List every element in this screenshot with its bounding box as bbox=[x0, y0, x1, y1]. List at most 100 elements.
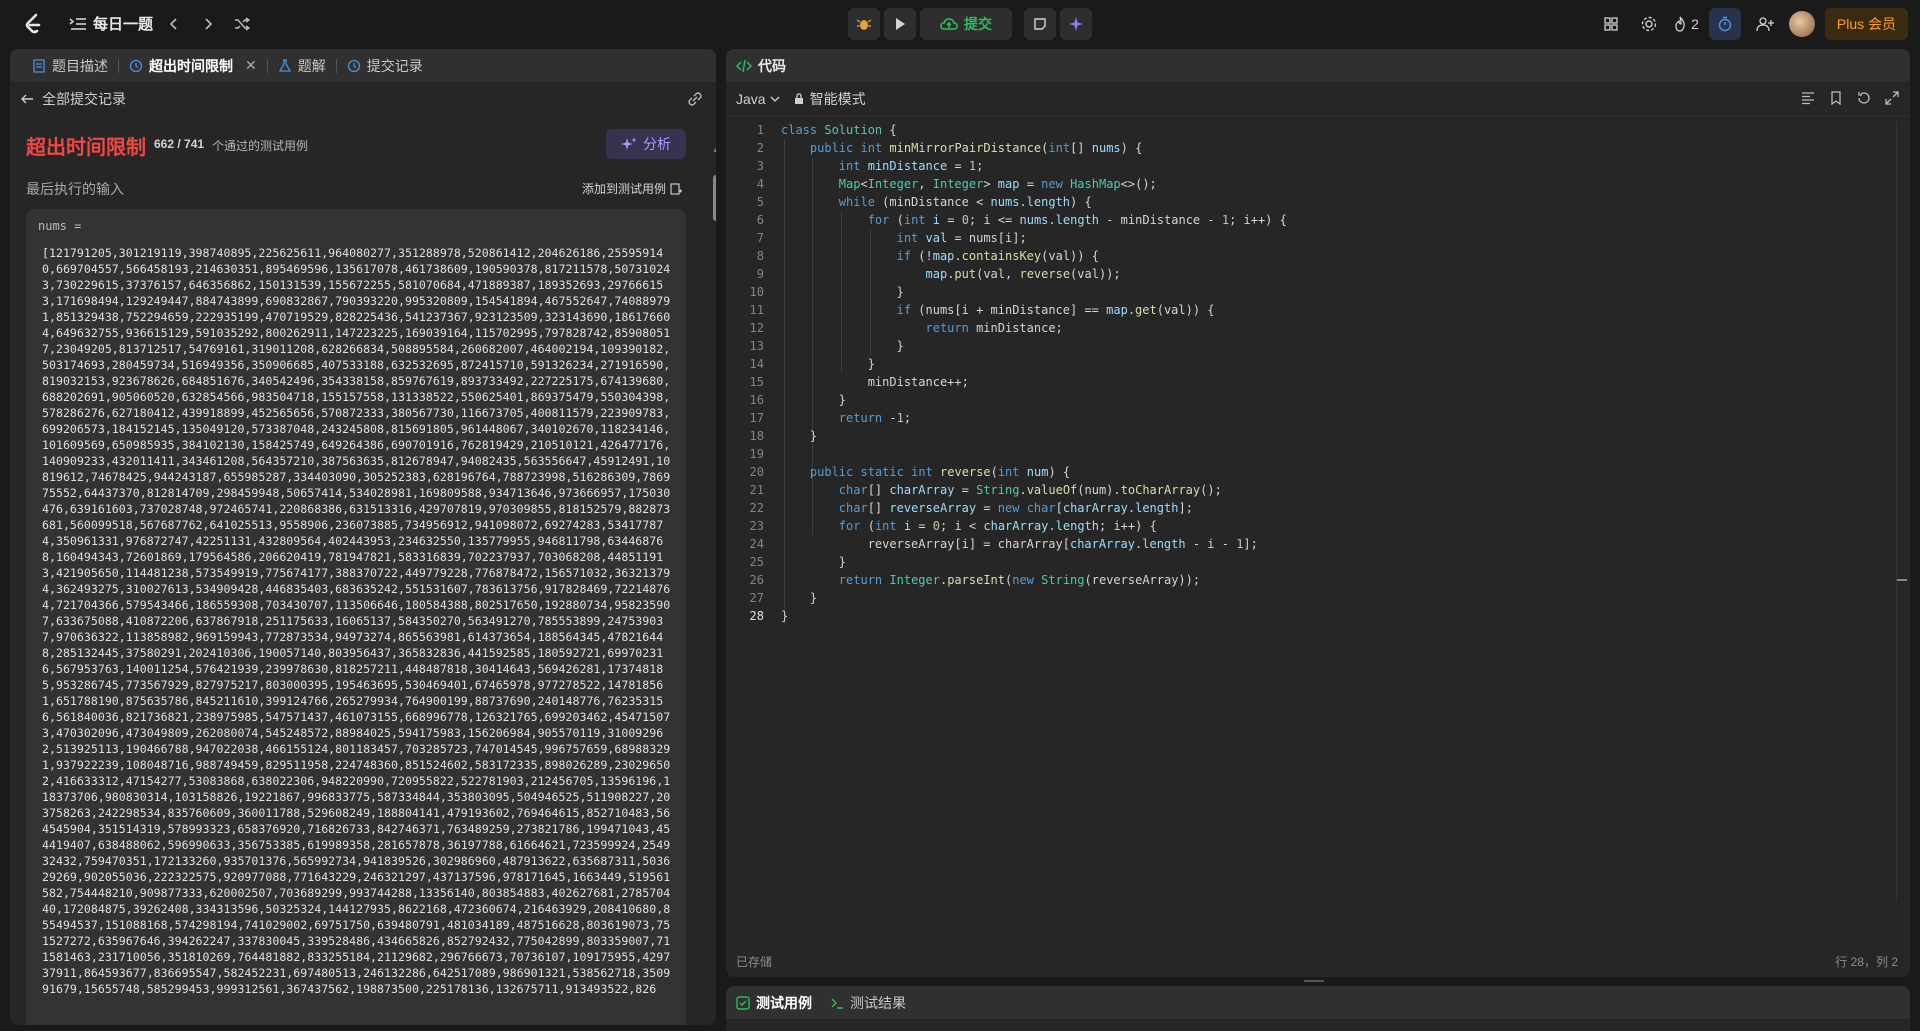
tab-test-results[interactable]: 测试结果 bbox=[830, 993, 906, 1013]
add-list-icon bbox=[670, 182, 683, 195]
tab-testcases[interactable]: 测试用例 bbox=[736, 993, 812, 1013]
editor-scrollbar[interactable] bbox=[1896, 121, 1907, 901]
code-line: 28} bbox=[749, 609, 789, 623]
stopwatch-icon bbox=[1718, 16, 1732, 32]
mode-label: 智能模式 bbox=[809, 90, 866, 107]
tab-result[interactable]: 超出时间限制 ✕ bbox=[119, 49, 267, 82]
code-line: 16 } bbox=[749, 393, 847, 407]
analyze-button[interactable]: 分析 bbox=[606, 129, 686, 159]
tab-submissions[interactable]: 提交记录 bbox=[337, 49, 433, 82]
code-line: 18 } bbox=[749, 429, 818, 443]
tab-label: 测试用例 bbox=[756, 994, 812, 1011]
code-line: 6 for (int i = 0; i <= nums.length - min… bbox=[756, 213, 1287, 227]
avatar[interactable] bbox=[1788, 11, 1815, 37]
bookmark-icon[interactable] bbox=[1828, 90, 1844, 106]
testcase-panel: 测试用例 测试结果 bbox=[726, 986, 1910, 1031]
code-line: 14 } bbox=[749, 357, 875, 371]
back-arrow-icon[interactable] bbox=[20, 92, 34, 106]
cursor-position: 行 28，列 2 bbox=[1835, 955, 1898, 969]
shuffle-icon[interactable] bbox=[232, 14, 252, 34]
submit-button[interactable]: 提交 bbox=[920, 8, 1012, 40]
sparkle-icon bbox=[1069, 17, 1083, 31]
add-friend-icon[interactable] bbox=[1751, 10, 1779, 38]
close-tab-icon[interactable]: ✕ bbox=[245, 57, 257, 74]
smart-mode-toggle[interactable]: 智能模式 bbox=[794, 89, 866, 109]
next-problem-icon[interactable] bbox=[198, 14, 218, 34]
note-icon bbox=[1034, 18, 1046, 30]
code-line: 8 if (!map.containsKey(val)) { bbox=[756, 249, 1099, 263]
code-line: 19 bbox=[749, 447, 764, 461]
language-value: Java bbox=[736, 90, 766, 107]
tab-description[interactable]: 题目描述 bbox=[22, 49, 118, 82]
debug-button[interactable] bbox=[848, 8, 880, 40]
play-icon bbox=[896, 18, 905, 30]
code-line: 15 minDistance++; bbox=[749, 375, 969, 389]
code-line: 21 char[] charArray = String.valueOf(num… bbox=[749, 483, 1222, 497]
last-input-heading: 最后执行的输入 bbox=[26, 181, 124, 197]
fullscreen-icon[interactable] bbox=[1884, 90, 1900, 106]
settings-gear-icon[interactable] bbox=[1635, 10, 1663, 38]
add-to-testcase-button[interactable]: 添加到测试用例 bbox=[582, 180, 683, 197]
code-line: 5 while (minDistance < nums.length) { bbox=[756, 195, 1092, 209]
editor-title: 代码 bbox=[758, 57, 786, 74]
layout-icon[interactable] bbox=[1597, 10, 1625, 38]
code-line: 1 class Solution { bbox=[756, 123, 897, 137]
tab-label: 超出时间限制 bbox=[149, 57, 233, 74]
scroll-up-icon[interactable]: ▲ bbox=[712, 145, 716, 154]
passed-count-suffix: 个通过的测试用例 bbox=[212, 139, 309, 153]
input-param-name: nums = bbox=[38, 219, 82, 233]
tab-solutions[interactable]: 题解 bbox=[268, 49, 336, 82]
left-tabs: 题目描述 超出时间限制 ✕ 题解 提交记录 bbox=[10, 49, 716, 82]
editor-header: 代码 bbox=[726, 49, 1910, 82]
editor-tool-icons bbox=[1800, 90, 1900, 106]
share-link-icon[interactable] bbox=[686, 90, 704, 108]
format-icon[interactable] bbox=[1800, 90, 1816, 106]
code-line: 20 public static int reverse(int num) { bbox=[749, 465, 1071, 479]
streak-counter[interactable]: 2 bbox=[1673, 16, 1699, 32]
tab-label: 测试结果 bbox=[850, 994, 906, 1011]
run-button[interactable] bbox=[884, 8, 916, 40]
history-icon bbox=[129, 59, 143, 72]
cloud-upload-icon bbox=[940, 18, 958, 30]
code-line: 3 int minDistance = 1; bbox=[756, 159, 984, 173]
code-line: 27 } bbox=[749, 591, 818, 605]
add-testcase-label: 添加到测试用例 bbox=[582, 182, 667, 196]
submission-panel: 题目描述 超出时间限制 ✕ 题解 提交记录 全部提交记录 超出时间限制 662 … bbox=[10, 49, 716, 1025]
editor-toolbar: Java 智能模式 bbox=[726, 82, 1910, 116]
user-toolbar: 2 Plus 会员 bbox=[1597, 8, 1908, 40]
page-title[interactable]: 每日一题 bbox=[93, 13, 153, 34]
plus-membership-button[interactable]: Plus 会员 bbox=[1824, 8, 1908, 40]
leetcode-logo-icon[interactable] bbox=[20, 11, 46, 37]
scrollbar-thumb[interactable] bbox=[713, 175, 716, 221]
testcase-tabs: 测试用例 测试结果 bbox=[726, 986, 1910, 1019]
all-submissions-link[interactable]: 全部提交记录 bbox=[42, 89, 126, 109]
prev-problem-icon[interactable] bbox=[164, 14, 184, 34]
left-scrollbar[interactable]: ▲ ▼ bbox=[712, 145, 716, 1025]
timer-button[interactable] bbox=[1708, 8, 1741, 40]
code-line: 4 Map<Integer, Integer> map = new HashMa… bbox=[756, 177, 1157, 191]
sparkle-icon bbox=[621, 137, 637, 150]
tab-label: 题解 bbox=[297, 57, 326, 74]
lock-icon bbox=[794, 92, 803, 104]
code-line: 11 if (nums[i + minDistance] == map.get(… bbox=[749, 303, 1215, 317]
input-param-value[interactable]: [121791205,301219119,398740895,225625611… bbox=[42, 245, 674, 997]
analyze-label: 分析 bbox=[643, 136, 671, 152]
flame-icon bbox=[1675, 16, 1685, 32]
last-input-box: nums = [121791205,301219119,398740895,22… bbox=[26, 209, 686, 1025]
language-select[interactable]: Java bbox=[736, 91, 780, 107]
panel-resize-handle[interactable] bbox=[1304, 980, 1324, 982]
tab-label: 提交记录 bbox=[366, 57, 423, 74]
code-area[interactable]: 1 class Solution { 2 public int minMirror… bbox=[726, 121, 1910, 901]
notes-button[interactable] bbox=[1024, 8, 1056, 40]
reset-icon[interactable] bbox=[1856, 90, 1872, 106]
history-icon bbox=[347, 59, 360, 72]
ai-assistant-button[interactable] bbox=[1060, 8, 1092, 40]
description-icon bbox=[33, 58, 45, 73]
code-line: 26 return Integer.parseInt(new String(re… bbox=[749, 573, 1201, 587]
code-line: 7 int val = nums[i]; bbox=[756, 231, 1027, 245]
problem-list-icon[interactable] bbox=[68, 14, 88, 34]
code-line: 12 return minDistance; bbox=[749, 321, 1063, 335]
tab-label: 题目描述 bbox=[52, 57, 108, 74]
code-line: 17 return -1; bbox=[749, 411, 912, 425]
code-line: 23 for (int i = 0; i < charArray.length;… bbox=[749, 519, 1157, 533]
